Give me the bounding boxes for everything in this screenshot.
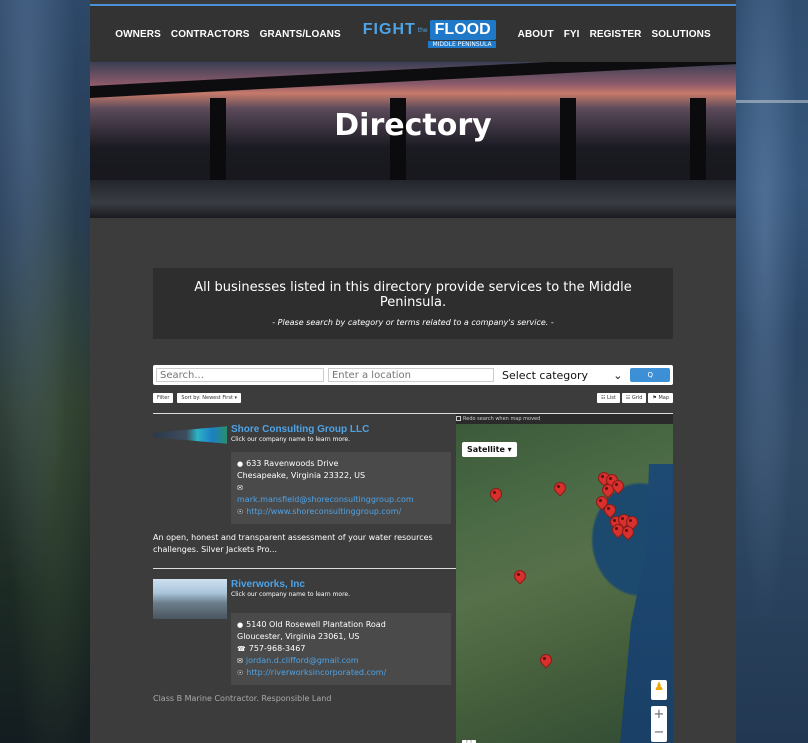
nav-fyi[interactable]: FYI [564,29,580,40]
background-left-scenery [0,0,90,743]
listing-toolbar: Filter Sort by: Newest First ▾ ☷ List ☷ … [153,393,673,403]
email-link[interactable]: mark.mansfield@shoreconsultinggroup.com [237,494,445,506]
map-marker-pin[interactable] [490,488,500,502]
content-area: All businesses listed in this directory … [90,218,736,743]
logo-fight-text: FIGHT [362,21,416,38]
website-link[interactable]: http://www.shoreconsultinggroup.com/ [246,507,401,516]
background-right-scenery [736,0,808,743]
address-line1: 633 Ravenwoods Drive [246,459,339,468]
search-bar: Select category ⌄ Q [153,365,673,385]
click-hint: Click our company name to learn more. [231,436,351,443]
fight-the-flood-logo[interactable]: FIGHT the FLOOD MIDDLE PENINSULA [363,20,496,48]
main-nav: OWNERS CONTRACTORS GRANTS/LOANS FIGHT th… [90,6,736,62]
list-item: Shore Consulting Group LLC Click our com… [153,414,456,569]
logo-the-text: the [417,26,428,34]
list-item: Riverworks, Inc Click our company name t… [153,569,456,717]
map-type-dropdown[interactable]: Satellite ▾ [462,442,517,457]
company-description: An open, honest and transparent assessme… [153,533,433,554]
hero-water [90,180,736,218]
category-select[interactable]: Select category ⌄ [498,369,626,382]
address-line1: 5140 Old Rosewell Plantation Road [246,620,386,629]
phone-icon: ☎ [237,645,246,653]
page-title: Directory [334,108,492,143]
zoom-out-button[interactable]: − [651,724,667,742]
chevron-down-icon: ⌄ [613,368,623,382]
company-photo-image[interactable] [153,579,227,619]
logo-flood-text: FLOOD [429,20,496,40]
nav-solutions[interactable]: SOLUTIONS [651,29,710,40]
map-marker-pin[interactable] [554,482,564,496]
map-pin-icon: ● [237,460,244,468]
nav-register[interactable]: REGISTER [590,29,642,40]
globe-icon: ☉ [237,508,244,516]
contact-info: ● 5140 Old Rosewell Plantation Road Glouc… [231,613,451,685]
search-button[interactable]: Q [630,368,670,382]
listing-area: Shore Consulting Group LLC Click our com… [153,413,673,743]
website-link[interactable]: http://riverworksincorporated.com/ [246,668,386,677]
company-name-link[interactable]: Riverworks, Inc [231,579,350,590]
company-logo-image[interactable] [153,426,227,444]
zoom-control: + − [651,706,667,742]
nav-about[interactable]: ABOUT [518,29,554,40]
redo-search-checkbox[interactable]: Redo search when map moved [456,414,673,423]
intro-sub-text: - Please search by category or terms rel… [272,318,554,327]
hero-banner: Directory [90,62,736,218]
sort-dropdown[interactable]: Sort by: Newest First ▾ [177,393,242,403]
address-line2: Chesapeake, Virginia 23322, US [237,471,366,480]
intro-box: All businesses listed in this directory … [153,268,673,339]
envelope-icon: ✉ [237,657,243,665]
nav-grants-loans[interactable]: GRANTS/LOANS [260,29,341,40]
address-line2: Gloucester, Virginia 23061, US [237,632,360,641]
view-list-button[interactable]: ☷ List [596,393,620,403]
globe-icon: ☉ [237,669,244,677]
listing-list: Shore Consulting Group LLC Click our com… [153,414,456,743]
map-marker-pin[interactable] [622,526,632,540]
category-select-value: Select category [502,368,589,382]
company-description: Class B Marine Contractor. Responsible L… [153,694,332,703]
map-marker-pin[interactable] [514,570,524,584]
map-pin-icon: ● [237,621,244,629]
phone-number[interactable]: 757-968-3467 [249,644,306,653]
page-container: OWNERS CONTRACTORS GRANTS/LOANS FIGHT th… [90,0,736,743]
nav-owners[interactable]: OWNERS [115,29,161,40]
search-input[interactable] [156,368,324,382]
view-map-button[interactable]: ⚑ Map [648,393,673,403]
zoom-in-button[interactable]: + [651,706,667,724]
contact-info: ● 633 Ravenwoods Drive Chesapeake, Virgin… [231,452,451,524]
pier-decoration [736,100,808,103]
checkbox-icon [456,416,461,421]
redo-search-label: Redo search when map moved [463,415,541,422]
company-name-link[interactable]: Shore Consulting Group LLC [231,424,369,435]
search-icon: Q [647,371,653,379]
location-input[interactable] [327,368,494,382]
click-hint: Click our company name to learn more. [231,591,351,598]
map-panel: Redo search when map moved Satellite ▾ ♟… [456,414,673,743]
street-view-pegman-icon[interactable]: ♟ [651,680,667,700]
map-marker-pin[interactable] [612,524,622,538]
nav-contractors[interactable]: CONTRACTORS [171,29,250,40]
map-marker-pin[interactable] [540,654,550,668]
intro-main-text: All businesses listed in this directory … [194,280,632,310]
email-link[interactable]: jordan.d.clifford@gmail.com [246,656,359,665]
map-sea [619,464,673,743]
map-canvas[interactable]: Satellite ▾ ♟ + − [] [456,424,673,743]
bridge-silhouette [90,62,736,98]
view-grid-button[interactable]: ☷ Grid [621,393,647,403]
filter-button[interactable]: Filter [153,393,174,403]
logo-subtitle: MIDDLE PENINSULA [428,41,496,48]
envelope-icon: ✉ [237,484,243,492]
